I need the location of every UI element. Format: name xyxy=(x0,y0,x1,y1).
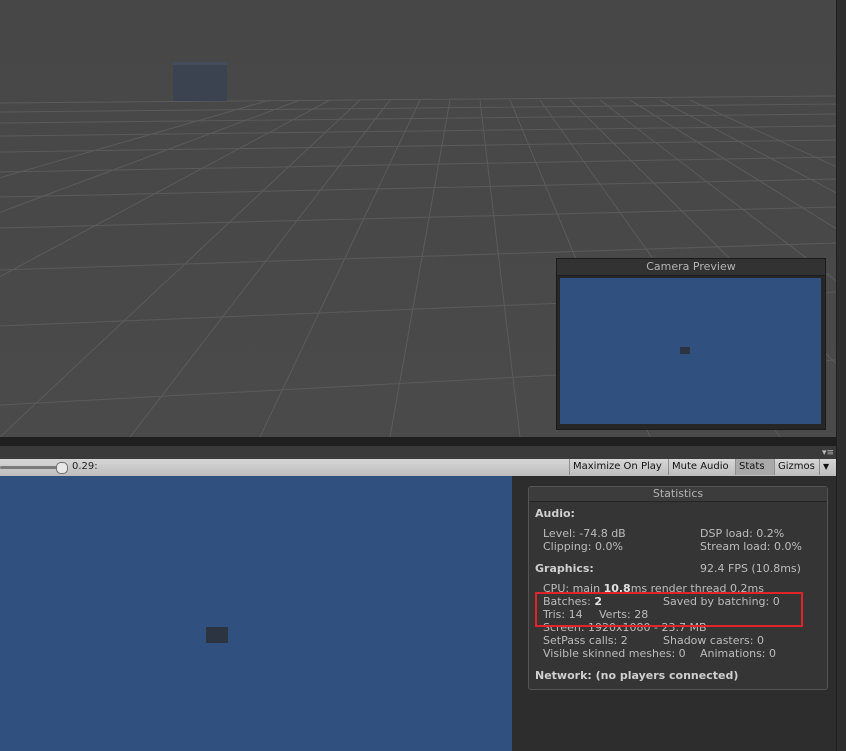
mute-audio-button[interactable]: Mute Audio xyxy=(668,459,735,475)
scrollbar-strip[interactable] xyxy=(836,0,846,751)
animations-readout: Animations: 0 xyxy=(700,647,777,660)
statistics-title: Statistics xyxy=(529,487,827,502)
highlight-box xyxy=(535,592,803,627)
panel-divider[interactable] xyxy=(0,437,836,446)
panel-menu-icon[interactable]: ▾≡ xyxy=(822,449,834,458)
scale-value: 0.29: xyxy=(72,461,98,472)
stream-load: Stream load: 0.0% xyxy=(700,540,802,553)
scale-slider[interactable] xyxy=(0,466,64,469)
scale-slider-knob[interactable] xyxy=(56,462,68,474)
shadow-casters: Shadow casters: 0 xyxy=(663,634,764,647)
skinned-meshes: Visible skinned meshes: 0 xyxy=(543,647,686,660)
fps-readout: 92.4 FPS (10.8ms) xyxy=(700,562,801,575)
preview-cube xyxy=(680,347,690,354)
audio-level: Level: -74.8 dB xyxy=(543,527,626,540)
cube[interactable] xyxy=(173,62,227,101)
setpass-readout: SetPass calls: 2 xyxy=(543,634,628,647)
game-view[interactable] xyxy=(0,476,512,751)
scene-view[interactable]: Camera Preview xyxy=(0,0,836,437)
stats-button[interactable]: Stats xyxy=(735,459,774,475)
gizmos-button[interactable]: Gizmos xyxy=(774,459,819,475)
audio-clipping: Clipping: 0.0% xyxy=(543,540,623,553)
game-tab-bar xyxy=(0,446,836,459)
audio-label: Audio: xyxy=(535,507,575,520)
dsp-load: DSP load: 0.2% xyxy=(700,527,785,540)
game-toolbar: 0.29: Maximize On Play Mute Audio Stats … xyxy=(0,459,836,477)
gizmos-dropdown-icon[interactable]: ▼ xyxy=(819,459,831,475)
graphics-label: Graphics: xyxy=(535,562,594,575)
camera-preview-title: Camera Preview xyxy=(557,259,825,276)
game-cube xyxy=(206,627,228,643)
camera-preview: Camera Preview xyxy=(556,258,826,430)
camera-preview-view xyxy=(560,278,821,424)
network-status: Network: (no players connected) xyxy=(535,669,739,682)
maximize-on-play-button[interactable]: Maximize On Play xyxy=(569,459,668,475)
